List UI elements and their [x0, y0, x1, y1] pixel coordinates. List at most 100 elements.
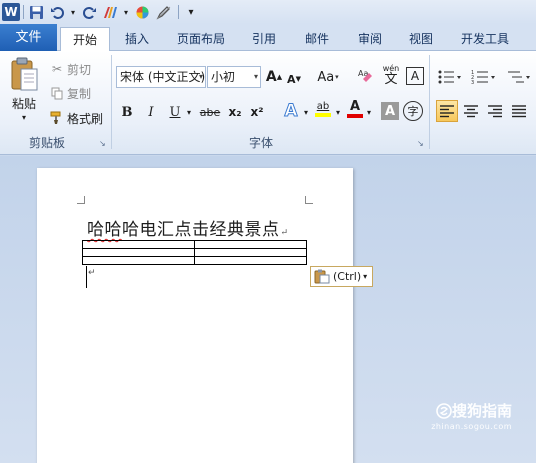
svg-text:3: 3 — [471, 80, 474, 85]
table-cell[interactable] — [194, 256, 307, 265]
font-dialog-launcher-icon[interactable]: ↘ — [417, 139, 424, 148]
grow-arrow-icon: ▲ — [276, 73, 283, 81]
undo-dropdown-icon[interactable]: ▾ — [69, 3, 77, 21]
word-app-icon[interactable]: W — [2, 3, 20, 21]
tab-file[interactable]: 文件 — [0, 24, 57, 51]
character-border-button[interactable]: A — [406, 67, 424, 85]
align-right-button[interactable] — [485, 101, 505, 121]
bullet-list-icon — [438, 70, 461, 84]
sogou-watermark: 搜狗指南 zhinan.sogou.com — [431, 400, 512, 431]
text-effects-dropdown-icon[interactable]: ▾ — [302, 102, 310, 122]
paste-options-label: (Ctrl) — [333, 270, 362, 283]
clear-format-button[interactable]: Aa — [356, 66, 376, 86]
qat-separator — [23, 5, 24, 19]
format-brush-icon[interactable] — [101, 3, 119, 21]
chevron-down-icon: ▾ — [335, 73, 339, 81]
tab-mailings[interactable]: 邮件 — [296, 27, 338, 51]
font-color-bar — [347, 114, 363, 118]
document-heading[interactable]: 哈哈哈电汇点击经典景点↵ — [87, 215, 289, 240]
grow-font-button[interactable]: A ▲ — [266, 67, 282, 87]
paragraph-mark-icon: ↵ — [280, 228, 289, 238]
font-name-value: 宋体 (中文正文) — [120, 70, 206, 84]
justify-icon — [512, 105, 526, 118]
font-color-button[interactable]: A — [346, 99, 364, 119]
align-center-button[interactable] — [461, 101, 481, 121]
sogou-logo-icon — [436, 402, 452, 419]
format-dropdown-icon[interactable]: ▾ — [122, 3, 130, 21]
highlight-button[interactable]: ab — [313, 99, 333, 119]
customize-qat-icon[interactable]: ▾ — [182, 3, 200, 21]
clipboard-icon — [314, 269, 330, 284]
justify-button[interactable] — [509, 101, 529, 121]
paste-button[interactable]: 粘贴 — [12, 95, 36, 112]
table-cell[interactable] — [82, 256, 195, 265]
tab-references[interactable]: 引用 — [244, 27, 284, 51]
table-row — [82, 256, 307, 265]
table-cell[interactable] — [194, 248, 307, 257]
font-name-combo[interactable]: 宋体 (中文正文) ▾ — [116, 66, 206, 88]
change-case-button[interactable]: Aa ▾ — [314, 67, 342, 87]
document-table[interactable] — [82, 240, 307, 265]
table-cell[interactable] — [82, 240, 195, 249]
character-shading-button[interactable]: A — [381, 102, 399, 120]
document-page[interactable]: 哈哈哈电汇点击经典景点↵ ↵ — [37, 168, 353, 463]
format-painter-label: 格式刷 — [67, 111, 104, 126]
format-painter-button[interactable]: 格式刷 — [50, 109, 103, 127]
color-wheel-icon[interactable] — [133, 3, 151, 21]
character-shading-label: A — [384, 103, 396, 119]
highlight-dropdown-icon[interactable]: ▾ — [334, 102, 342, 122]
font-color-dropdown-icon[interactable]: ▾ — [365, 102, 373, 122]
tab-insert[interactable]: 插入 — [116, 27, 158, 51]
redo-icon[interactable] — [80, 3, 98, 21]
tab-review[interactable]: 审阅 — [349, 27, 391, 51]
tab-page-layout[interactable]: 页面布局 — [170, 27, 232, 51]
italic-button[interactable]: I — [142, 102, 160, 122]
shrink-font-button[interactable]: A ▼ — [286, 69, 302, 89]
table-cell[interactable] — [82, 248, 195, 257]
table-cell[interactable] — [194, 240, 307, 249]
align-left-button[interactable] — [436, 100, 458, 122]
strikethrough-button[interactable]: abe — [199, 102, 221, 122]
font-size-value: 小初 — [211, 70, 236, 84]
margin-corner-mark — [305, 196, 313, 204]
subscript-button[interactable]: x₂ — [226, 102, 244, 122]
tab-home[interactable]: 开始 — [60, 27, 110, 52]
cut-button[interactable]: ✂ 剪切 — [50, 60, 91, 78]
change-case-label: Aa — [317, 69, 335, 85]
phonetic-guide-button[interactable]: wén 文 — [380, 64, 402, 86]
watermark-main: 搜狗指南 — [431, 400, 512, 421]
document-area: 哈哈哈电汇点击经典景点↵ ↵ (Ctrl) ▾ 搜狗指南 zhinan.sogo… — [0, 156, 536, 463]
bold-button[interactable]: B — [118, 102, 136, 122]
highlight-label: ab — [316, 101, 330, 112]
superscript-button[interactable]: x² — [248, 102, 266, 122]
margin-corner-mark — [77, 196, 85, 204]
clear-formatting-icon: Aa — [358, 69, 372, 82]
paste-options-button[interactable]: (Ctrl) ▾ — [310, 266, 373, 287]
paintbrush-icon — [50, 111, 64, 125]
paste-dropdown-icon[interactable]: ▾ — [22, 113, 26, 122]
watermark-main-text: 搜狗指南 — [451, 402, 512, 420]
align-left-icon — [440, 105, 454, 118]
undo-icon[interactable] — [48, 3, 66, 21]
draw-pen-icon[interactable] — [154, 3, 172, 21]
group-separator — [111, 55, 112, 149]
tab-developer[interactable]: 开发工具 — [452, 27, 518, 51]
underline-dropdown-icon[interactable]: ▾ — [184, 102, 194, 122]
text-effects-label: A — [284, 101, 298, 122]
paste-icon[interactable] — [9, 57, 39, 93]
font-size-combo[interactable]: 小初 ▾ — [207, 66, 261, 88]
tab-view[interactable]: 视图 — [400, 27, 442, 51]
bullets-button[interactable] — [437, 67, 463, 87]
clipboard-dialog-launcher-icon[interactable]: ↘ — [99, 139, 106, 148]
enclose-characters-button[interactable]: 字 — [403, 101, 423, 121]
numbering-button[interactable]: 123 — [470, 67, 498, 87]
copy-button[interactable]: 复制 — [50, 84, 91, 102]
underline-button[interactable]: U — [166, 102, 184, 122]
copy-icon — [50, 86, 64, 100]
multilevel-list-button[interactable] — [505, 67, 533, 87]
save-icon[interactable] — [27, 3, 45, 21]
heading-misspelled-part: 哈哈 — [87, 220, 122, 240]
table-row — [82, 248, 307, 257]
watermark-sub: zhinan.sogou.com — [431, 422, 512, 431]
text-effects-button[interactable]: A — [280, 101, 302, 122]
